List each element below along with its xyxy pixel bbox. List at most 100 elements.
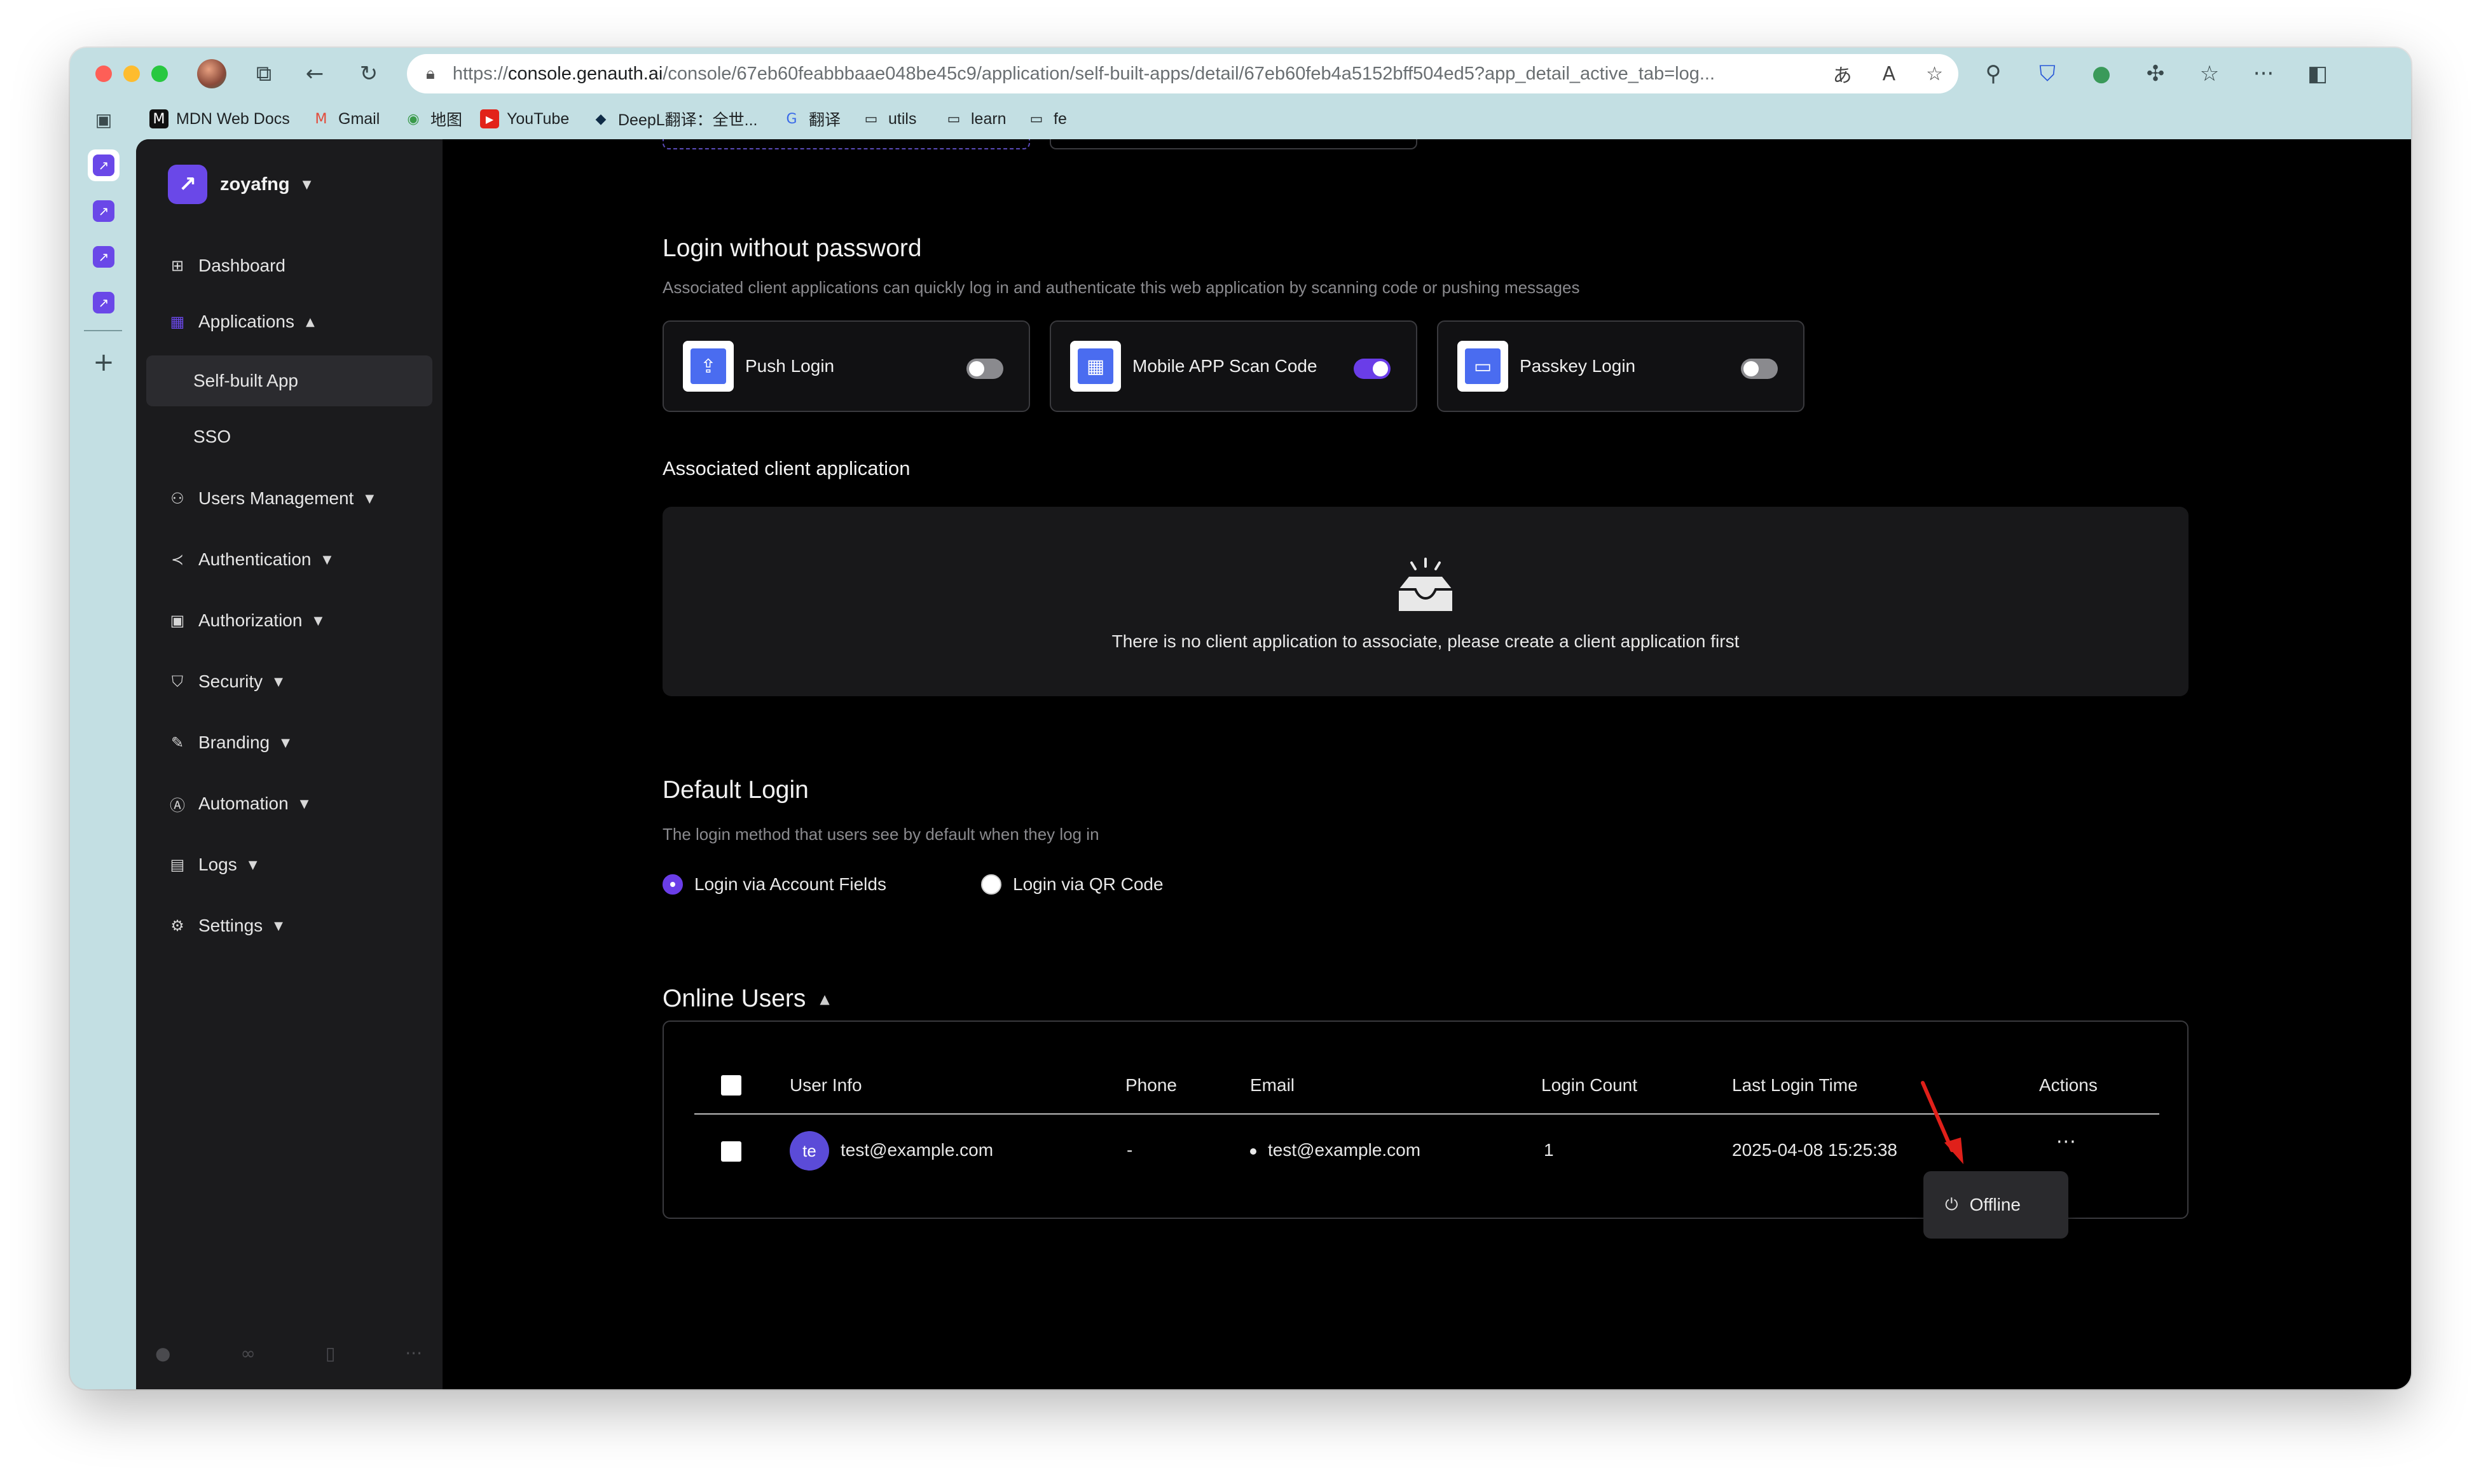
docs-icon[interactable]: ▯ (326, 1343, 335, 1364)
chevron-down-icon: ▼ (302, 177, 312, 191)
extension-icon[interactable]: ⚲ (1977, 58, 2009, 90)
sidebar-item-branding[interactable]: ✎ Branding ▼ (168, 727, 290, 759)
url-text[interactable]: https://console.genauth.ai/console/67eb6… (453, 64, 1788, 85)
bookmark-label: DeepL翻译：全世... (618, 111, 758, 129)
translate-bookmark-icon: G (786, 111, 797, 127)
row-actions-more-button[interactable]: ··· (2056, 1131, 2077, 1153)
extensions-puzzle-icon[interactable]: ✣ (2140, 58, 2171, 90)
folder-icon: ▭ (947, 111, 961, 127)
sidebar-item-label: SSO (193, 427, 231, 446)
bookmark-label: learn (971, 109, 1007, 128)
sidebar-item-settings[interactable]: ⚙ Settings ▼ (168, 910, 283, 942)
green-extension-icon[interactable]: ● (2086, 58, 2117, 90)
column-actions: Actions (2039, 1075, 2098, 1095)
shield-extension-icon[interactable]: ⛉ (2031, 58, 2063, 90)
select-all-checkbox[interactable] (721, 1075, 741, 1096)
vertical-tab[interactable]: ↗ (88, 195, 120, 227)
youtube-icon: ▶ (480, 109, 499, 128)
more-icon[interactable]: ··· (405, 1343, 422, 1364)
reload-icon[interactable]: ↻ (353, 58, 385, 90)
deepl-icon: ◆ (595, 111, 607, 127)
back-arrow-icon[interactable]: ← (299, 58, 331, 90)
bookmark-mdn[interactable]: M MDN Web Docs (149, 106, 290, 132)
main-content: Login without password Associated client… (443, 139, 2411, 1389)
offline-menu-item[interactable]: Offline (1970, 1195, 2021, 1215)
sidebar-item-applications[interactable]: ▦ Applications ▲ (168, 306, 315, 338)
sidebar-item-users-management[interactable]: ⚇ Users Management ▼ (168, 483, 374, 514)
new-tab-plus-icon[interactable]: + (88, 347, 120, 378)
more-menu-icon[interactable]: ··· (2248, 58, 2279, 90)
mobile-scan-toggle[interactable] (1354, 359, 1391, 379)
close-window-button[interactable] (95, 65, 112, 82)
vertical-tab[interactable]: ↗ (88, 149, 120, 181)
bookmark-folder-learn[interactable]: ▭ learn (944, 106, 1007, 132)
sidebar-item-label: Settings (198, 916, 263, 935)
bookmark-folder-utils[interactable]: ▭ utils (862, 106, 917, 132)
assistant-icon[interactable]: ● (155, 1343, 170, 1364)
sidebar-toggle-icon[interactable]: ◧ (2302, 58, 2333, 90)
online-users-header[interactable]: Online Users ▲ (663, 985, 830, 1013)
link-icon[interactable]: ∞ (240, 1343, 255, 1364)
bookmark-label: 翻译 (809, 111, 841, 129)
address-bar[interactable]: 🔒︎ https://console.genauth.ai/console/67… (407, 54, 1958, 93)
tab-actions-icon[interactable]: ⧉ (248, 58, 280, 90)
mobile-scan-card: ▦ Mobile APP Scan Code (1050, 320, 1417, 412)
radio-dot[interactable] (663, 874, 683, 895)
translate-icon[interactable]: あ (1833, 60, 1852, 88)
bookmark-gmail[interactable]: M Gmail (312, 106, 380, 132)
radio-account-fields[interactable]: Login via Account Fields (663, 874, 886, 895)
sidebar-item-authentication[interactable]: ≺ Authentication ▼ (168, 544, 331, 575)
section-description: Associated client applications can quick… (663, 278, 1580, 297)
favorites-icon[interactable]: ☆ (2194, 58, 2225, 90)
minimize-window-button[interactable] (123, 65, 140, 82)
chevron-up-icon: ▲ (305, 315, 315, 329)
bookmark-folder-fe[interactable]: ▭ fe (1027, 106, 1067, 132)
org-switcher[interactable]: ↗ zoyafng ▼ (168, 165, 311, 204)
sidebar-item-logs[interactable]: ▤ Logs ▼ (168, 849, 258, 881)
automation-icon: Ⓐ (170, 796, 185, 814)
vertical-tab[interactable]: ↗ (88, 287, 120, 319)
toggle-knob (1743, 361, 1759, 376)
bookmark-translate[interactable]: G 翻译 (782, 106, 841, 132)
bookmark-youtube[interactable]: ▶ YouTube (480, 106, 569, 132)
phone-cell: - (1127, 1140, 1133, 1160)
sidebar-item-dashboard[interactable]: ⊞ Dashboard (168, 250, 285, 282)
section-title-default-login: Default Login (663, 776, 809, 804)
genauth-icon: ↗ (93, 155, 114, 176)
app-viewport: ↗ zoyafng ▼ ⊞ Dashboard ▦ Applications ▲… (136, 139, 2411, 1389)
chevron-down-icon: ▼ (274, 675, 283, 689)
read-aloud-icon[interactable]: A (1883, 63, 1896, 85)
org-logo-icon: ↗ (168, 165, 207, 204)
app-sidebar: ↗ zoyafng ▼ ⊞ Dashboard ▦ Applications ▲… (136, 139, 443, 1389)
chevron-down-icon: ▼ (322, 553, 332, 567)
radio-qr-code[interactable]: Login via QR Code (981, 874, 1164, 895)
org-name: zoyafng (220, 174, 290, 195)
passkey-login-toggle[interactable] (1741, 359, 1778, 379)
row-checkbox[interactable] (721, 1141, 741, 1162)
qr-code-icon: ▦ (1070, 341, 1121, 392)
lock-icon[interactable]: 🔒︎ (426, 64, 435, 84)
chevron-up-icon[interactable]: ▲ (820, 991, 829, 1007)
maps-pin-icon: ◉ (407, 111, 420, 127)
sidebar-item-automation[interactable]: Ⓐ Automation ▼ (168, 788, 308, 820)
tab-divider (84, 330, 122, 331)
radio-dot[interactable] (981, 874, 1001, 895)
push-login-toggle[interactable] (966, 359, 1003, 379)
sidebar-item-authorization[interactable]: ▣ Authorization ▼ (168, 605, 323, 636)
favorite-star-icon[interactable]: ☆ (1926, 63, 1943, 85)
sidebar-item-security[interactable]: ⛉ Security ▼ (168, 666, 283, 697)
vertical-tab[interactable]: ↗ (88, 241, 120, 273)
bookmark-label: utils (888, 109, 917, 128)
logs-icon: ▤ (170, 856, 185, 874)
sidebar-item-self-built-app[interactable]: Self-built App (146, 355, 432, 406)
profile-avatar[interactable] (197, 59, 226, 88)
bookmark-maps[interactable]: ◉ 地图 (404, 106, 462, 132)
column-phone: Phone (1125, 1075, 1177, 1095)
sidebar-item-sso[interactable]: SSO (146, 411, 432, 462)
vertical-tabs-icon[interactable]: ▣ (88, 104, 120, 135)
chevron-down-icon: ▼ (313, 614, 323, 628)
bookmark-deepl[interactable]: ◆ DeepL翻译：全世... (591, 106, 758, 132)
maximize-window-button[interactable] (151, 65, 168, 82)
card-label: Push Login (745, 356, 835, 376)
section-description: The login method that users see by defau… (663, 825, 1099, 844)
